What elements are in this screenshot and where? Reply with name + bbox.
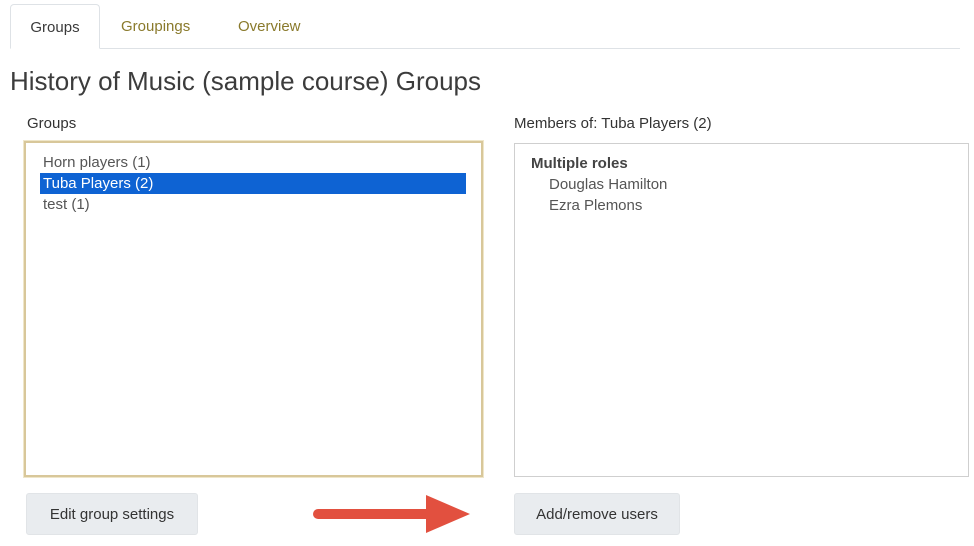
- members-label: Members of: Tuba Players (2): [514, 115, 712, 132]
- tab-bar: Groups Groupings Overview: [10, 4, 960, 49]
- group-option-tuba-players[interactable]: Tuba Players (2): [40, 173, 466, 194]
- page-title: History of Music (sample course) Groups: [10, 66, 482, 96]
- tab-groupings[interactable]: Groupings: [121, 4, 190, 48]
- member-douglas-hamilton: Douglas Hamilton: [549, 176, 668, 193]
- members-list: Multiple roles Douglas Hamilton Ezra Ple…: [514, 143, 969, 477]
- role-heading: Multiple roles: [531, 155, 628, 172]
- group-option-horn-players[interactable]: Horn players (1): [40, 152, 466, 173]
- right-arrow-icon: [313, 495, 470, 533]
- edit-group-settings-button[interactable]: Edit group settings: [26, 493, 198, 535]
- member-ezra-plemons: Ezra Plemons: [549, 197, 643, 214]
- add-remove-users-button[interactable]: Add/remove users: [514, 493, 680, 535]
- groups-label: Groups: [27, 115, 77, 132]
- tab-overview[interactable]: Overview: [238, 4, 301, 48]
- groups-select[interactable]: Horn players (1) Tuba Players (2) test (…: [24, 141, 483, 477]
- tab-groups[interactable]: Groups: [10, 4, 100, 49]
- group-option-test[interactable]: test (1): [40, 194, 466, 215]
